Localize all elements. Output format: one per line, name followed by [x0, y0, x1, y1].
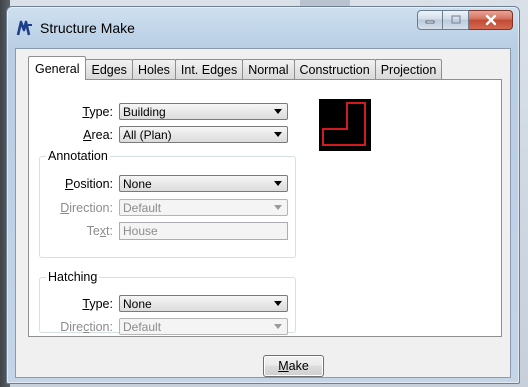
- chevron-down-icon: [274, 181, 282, 186]
- type-row: Type: Building: [39, 103, 288, 120]
- tab-general[interactable]: General: [28, 56, 87, 80]
- tab-edges[interactable]: Edges: [85, 59, 133, 80]
- window-title: Structure Make: [40, 20, 135, 36]
- hatching-direction-dropdown[interactable]: Default: [119, 318, 288, 335]
- annotation-text-label: Text:: [86, 224, 113, 238]
- annotation-position-label: Position:: [65, 176, 113, 191]
- tab-projection[interactable]: Projection: [374, 59, 443, 80]
- type-label: Type:: [82, 104, 113, 119]
- chevron-down-icon: [274, 205, 282, 210]
- annotation-direction-label: Direction:: [60, 200, 113, 215]
- maximize-icon: [450, 15, 461, 24]
- tab-int-edges[interactable]: Int. Edges: [174, 59, 244, 80]
- close-icon: [485, 14, 496, 26]
- window-controls: [417, 10, 513, 30]
- minimize-icon: [425, 20, 435, 24]
- chevron-down-icon: [274, 301, 282, 306]
- hatching-type-value: None: [123, 296, 152, 311]
- dialog-client-area: General Edges Holes Int. Edges Normal Co…: [15, 48, 511, 378]
- tab-strip: General Edges Holes Int. Edges Normal Co…: [28, 56, 443, 80]
- minimize-button[interactable]: [417, 10, 443, 30]
- hatching-direction-label: Direction:: [60, 319, 113, 334]
- annotation-text-field[interactable]: House: [119, 222, 288, 240]
- hatching-direction-value: Default: [123, 319, 162, 334]
- chevron-down-icon: [274, 324, 282, 329]
- annotation-text-row: Text: House: [39, 222, 288, 240]
- area-label: Area:: [83, 127, 113, 142]
- annotation-direction-dropdown[interactable]: Default: [119, 199, 288, 216]
- close-button[interactable]: [469, 10, 513, 30]
- area-row: Area: All (Plan): [39, 126, 288, 143]
- make-button-label: ake: [288, 359, 309, 373]
- type-dropdown[interactable]: Building: [119, 103, 288, 120]
- area-dropdown-value: All (Plan): [123, 127, 172, 142]
- annotation-direction-value: Default: [123, 200, 162, 215]
- annotation-position-value: None: [123, 176, 152, 191]
- area-dropdown[interactable]: All (Plan): [119, 126, 288, 143]
- app-logo-icon: [16, 20, 32, 36]
- building-outline-preview-icon: [322, 102, 366, 146]
- hatching-direction-row: Direction: Default: [39, 318, 288, 335]
- chevron-down-icon: [274, 132, 282, 137]
- title-bar[interactable]: Structure Make: [7, 7, 519, 47]
- hatching-type-label: Type:: [82, 296, 113, 311]
- type-dropdown-value: Building: [123, 104, 166, 119]
- tab-holes[interactable]: Holes: [131, 59, 176, 80]
- hatching-type-row: Type: None: [39, 295, 288, 312]
- annotation-group-title: Annotation: [46, 149, 110, 163]
- tab-construction[interactable]: Construction: [293, 59, 376, 80]
- make-button[interactable]: Make: [263, 355, 324, 377]
- structure-preview: [319, 99, 371, 151]
- annotation-direction-row: Direction: Default: [39, 199, 288, 216]
- annotation-position-dropdown[interactable]: None: [119, 175, 288, 192]
- annotation-position-row: Position: None: [39, 175, 288, 192]
- tab-normal[interactable]: Normal: [242, 59, 295, 80]
- hatching-group-title: Hatching: [46, 270, 100, 284]
- chevron-down-icon: [274, 109, 282, 114]
- structure-make-window: Structure Make General Edges Holes Int. …: [6, 6, 520, 384]
- maximize-button[interactable]: [443, 10, 469, 30]
- general-tab-panel: Type: Building Area: All (Plan) Annotati…: [28, 79, 502, 337]
- make-button-mnemonic: M: [278, 359, 289, 373]
- hatching-type-dropdown[interactable]: None: [119, 295, 288, 312]
